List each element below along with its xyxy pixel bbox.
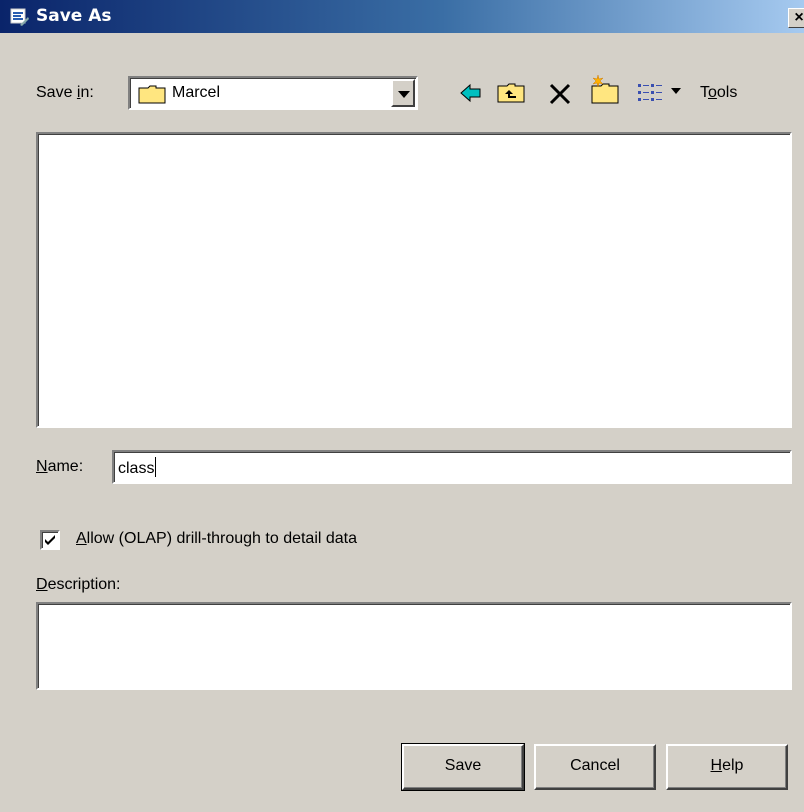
description-label: Description: <box>36 576 121 593</box>
new-folder-icon[interactable] <box>588 74 622 106</box>
window-title: Save As <box>36 6 112 26</box>
drill-through-label[interactable]: Allow (OLAP) drill-through to detail dat… <box>76 530 357 548</box>
close-button[interactable]: × <box>788 8 804 28</box>
close-icon: × <box>794 9 804 26</box>
checkmark-icon <box>45 535 55 545</box>
save-in-label: Save in: <box>36 84 94 101</box>
name-field[interactable]: class <box>112 450 792 484</box>
tools-menu[interactable]: Tools <box>700 84 737 102</box>
name-field-value: class <box>118 460 155 477</box>
drill-through-checkbox[interactable] <box>40 530 60 550</box>
folder-icon <box>138 85 166 104</box>
back-arrow-icon[interactable] <box>458 80 484 106</box>
help-button[interactable]: Help <box>666 744 788 790</box>
save-in-dropdown[interactable]: Marcel <box>128 76 418 110</box>
text-caret <box>155 457 157 477</box>
name-label: Name: <box>36 458 84 475</box>
save-in-value: Marcel <box>172 84 221 101</box>
save-as-dialog: Save As × Save in: Marcel Tools Name: cl… <box>0 0 804 812</box>
file-list[interactable] <box>36 132 792 428</box>
save-button[interactable]: Save <box>401 743 525 791</box>
up-folder-icon[interactable] <box>496 80 526 106</box>
delete-x-icon[interactable] <box>548 80 572 106</box>
app-icon <box>10 8 29 26</box>
views-list-icon[interactable] <box>636 80 688 106</box>
cancel-button[interactable]: Cancel <box>534 744 656 790</box>
chevron-down-icon[interactable] <box>391 79 415 107</box>
description-field[interactable] <box>36 602 792 690</box>
title-bar[interactable]: Save As × <box>0 0 804 33</box>
